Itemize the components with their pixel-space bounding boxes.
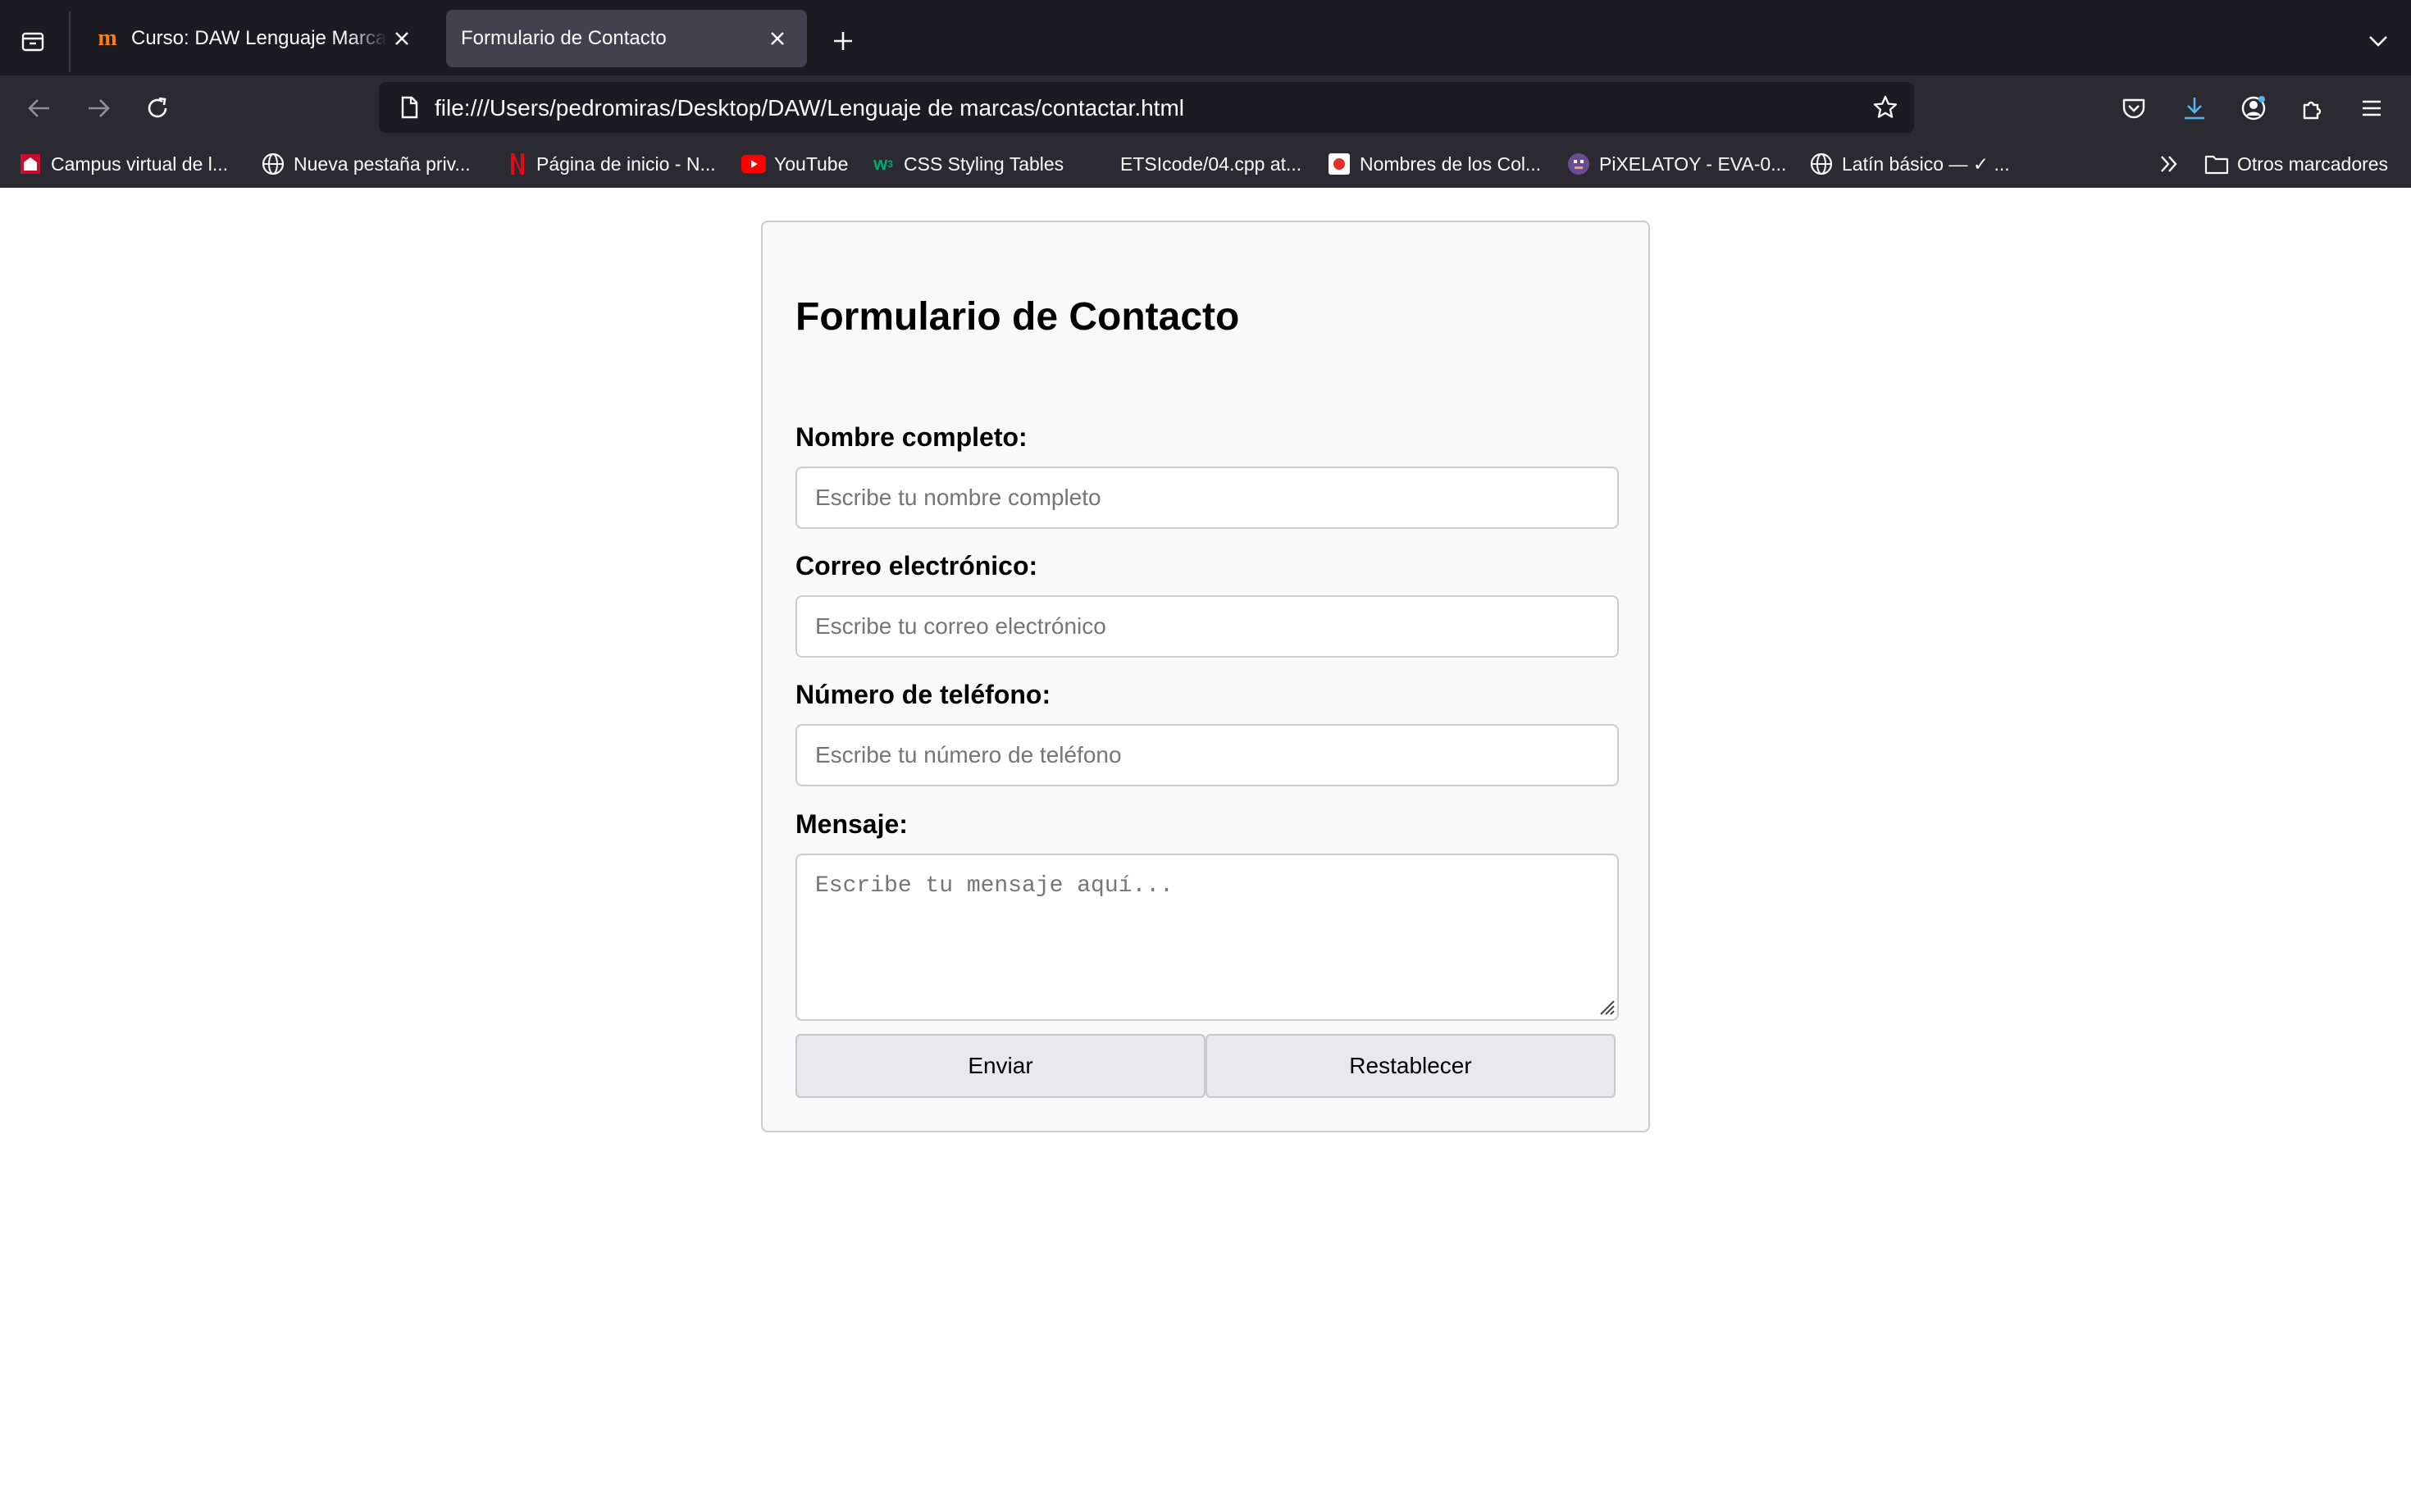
w3schools-icon: w3 [873,153,893,174]
message-wrapper [763,854,1652,1021]
close-icon[interactable] [763,24,792,53]
page-icon [394,92,425,123]
bookmark-red-icon [1327,152,1351,176]
chevron-double-right-icon[interactable] [2157,148,2181,180]
github-icon [1087,152,1112,176]
bookmark-etsicode[interactable]: ETSIcode/04.cpp at... [1087,148,1301,180]
bookmark-youtube[interactable]: YouTube [741,148,848,180]
page-content: Formulario de Contacto Nombre completo: … [0,188,2411,1512]
forward-arrow-icon[interactable] [79,89,118,128]
bookmark-css-styling-tables[interactable]: w3 CSS Styling Tables [871,148,1064,180]
name-label: Nombre completo: [795,422,1028,452]
globe-icon [1809,152,1834,176]
bookmarks-toolbar: Campus virtual de l... Nueva pestaña pri… [0,141,2411,188]
phone-label: Número de teléfono: [795,680,1051,709]
bookmark-latin-basico[interactable]: Latín básico — ✓ ... [1809,148,2010,180]
tab-strip: m Curso: DAW Lenguaje Marcas 1r Formular… [0,0,2411,75]
bookmark-nueva-pestana[interactable]: Nueva pestaña priv... [261,148,471,180]
reset-button[interactable]: Restablecer [1206,1034,1616,1098]
message-label: Mensaje: [795,809,908,839]
firefox-view-icon[interactable] [15,23,51,59]
bookmark-pixelatoy[interactable]: PiXELATOY - EVA-0... [1566,148,1786,180]
phone-input[interactable] [795,724,1619,786]
other-bookmarks-label: Otros marcadores [2237,153,2389,175]
moodle-icon: m [98,25,117,51]
tab-formulario-contacto[interactable]: Formulario de Contacto [446,10,807,67]
url-text: file:///Users/pedromiras/Desktop/DAW/Len… [435,95,1185,121]
bookmark-label: Nueva pestaña priv... [294,153,471,175]
close-icon[interactable] [387,24,417,53]
menu-hamburger-icon[interactable] [2352,89,2391,128]
folder-icon [2204,152,2229,176]
reload-icon[interactable] [138,89,177,128]
bookmark-label: ETSIcode/04.cpp at... [1120,153,1302,175]
form-title: Formulario de Contacto [795,295,1240,339]
bookmark-label: Nombres de los Col... [1360,153,1542,175]
navigation-toolbar: file:///Users/pedromiras/Desktop/DAW/Len… [0,75,2411,141]
other-bookmarks-folder[interactable]: Otros marcadores [2204,148,2388,180]
download-icon[interactable] [2175,89,2214,128]
bookmark-nombres-colores[interactable]: Nombres de los Col... [1327,148,1541,180]
tab-title: Curso: DAW Lenguaje Marcas 1r [131,27,387,49]
star-bookmark-icon[interactable] [1866,89,1904,126]
chevron-down-icon[interactable] [2359,21,2398,61]
submit-button[interactable]: Enviar [795,1034,1206,1098]
bookmark-label: PiXELATOY - EVA-0... [1599,153,1787,175]
bookmark-label: CSS Styling Tables [904,153,1064,175]
back-arrow-icon[interactable] [20,89,59,128]
name-input[interactable] [795,467,1619,529]
message-textarea[interactable] [795,854,1619,1021]
globe-icon [261,152,285,176]
bookmark-label: Página de inicio - N... [536,153,716,175]
account-icon[interactable] [2234,89,2273,128]
browser-chrome: m Curso: DAW Lenguaje Marcas 1r Formular… [0,0,2411,188]
pixelatoy-icon [1566,152,1591,176]
bookmark-label: Latín básico — ✓ ... [1842,153,2010,175]
email-label: Correo electrónico: [795,551,1038,581]
youtube-icon [741,152,766,176]
resize-grip-icon[interactable] [1596,996,1616,1016]
url-bar[interactable]: file:///Users/pedromiras/Desktop/DAW/Len… [379,82,1914,133]
netflix-icon [504,152,528,176]
bookmark-netflix[interactable]: Página de inicio - N... [504,148,716,180]
tab-title: Formulario de Contacto [461,27,667,49]
pocket-icon[interactable] [2114,89,2153,128]
extensions-puzzle-icon[interactable] [2293,89,2332,128]
bookmark-label: Campus virtual de l... [51,153,229,175]
bookmark-label: YouTube [774,153,849,175]
tab-curso-daw[interactable]: m Curso: DAW Lenguaje Marcas 1r [79,10,431,67]
email-input[interactable] [795,595,1619,658]
bookmark-campus-virtual[interactable]: Campus virtual de l... [18,148,228,180]
new-tab-plus-icon[interactable] [823,21,863,61]
contact-form: Formulario de Contacto Nombre completo: … [761,221,1650,1132]
campus-icon [18,152,43,176]
tab-separator [69,11,71,72]
